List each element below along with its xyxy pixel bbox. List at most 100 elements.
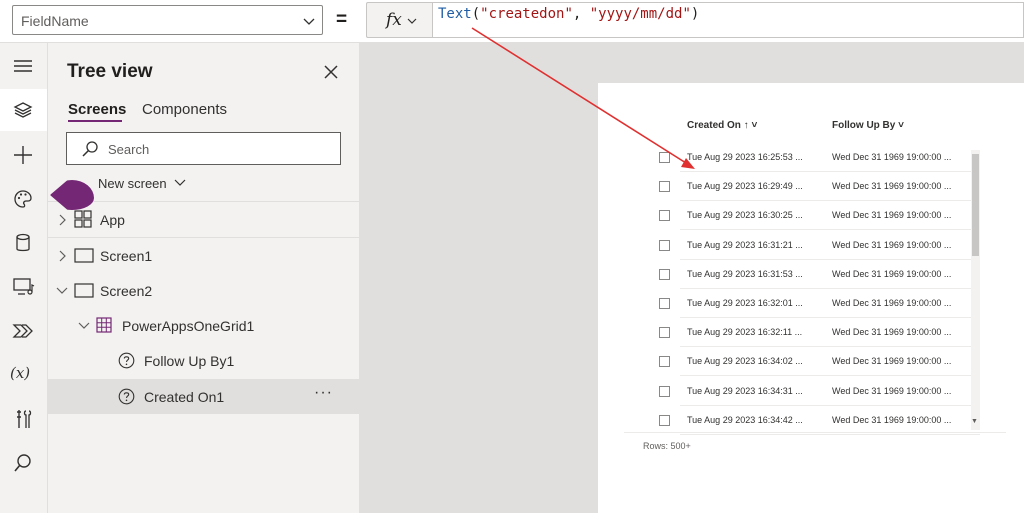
new-screen-button[interactable]: New screen bbox=[78, 173, 208, 195]
row-checkbox[interactable] bbox=[659, 298, 670, 309]
tab-components[interactable]: Components bbox=[142, 101, 227, 118]
tab-screens[interactable]: Screens bbox=[68, 101, 126, 118]
tree-item-label: Follow Up By1 bbox=[144, 353, 235, 369]
tools-icon bbox=[17, 410, 32, 428]
tree-item-app[interactable]: App bbox=[48, 202, 359, 237]
help-circle-icon bbox=[118, 388, 135, 405]
rows-count: Rows: 500+ bbox=[643, 441, 691, 451]
column-header-follow-up-by[interactable]: Follow Up By ˅ bbox=[832, 120, 904, 131]
tree-item-label: Created On1 bbox=[144, 389, 225, 405]
new-screen-label: New screen bbox=[98, 176, 167, 191]
row-divider bbox=[680, 433, 980, 435]
chevron-right-icon[interactable] bbox=[58, 250, 66, 262]
cell-follow-up-by: Wed Dec 31 1969 19:00:00 ... bbox=[832, 181, 952, 192]
cell-created-on: Tue Aug 29 2023 16:32:11 ... bbox=[687, 327, 803, 338]
layers-icon bbox=[13, 102, 33, 118]
cell-follow-up-by: Wed Dec 31 1969 19:00:00 ... bbox=[832, 298, 952, 308]
rail-themes-button[interactable] bbox=[0, 177, 47, 219]
rail-tree-view-button[interactable] bbox=[0, 89, 47, 131]
screen-icon bbox=[74, 248, 94, 263]
cell-created-on: Tue Aug 29 2023 16:25:53 ... bbox=[687, 152, 803, 162]
row-checkbox[interactable] bbox=[659, 268, 670, 280]
search-input[interactable]: Search bbox=[66, 132, 341, 165]
rail-advanced-tools-button[interactable] bbox=[0, 397, 47, 439]
formula-bar: FieldName = fx Text("createdon", "yyyy/m… bbox=[0, 0, 1024, 43]
rail-power-automate-button[interactable] bbox=[0, 309, 47, 351]
row-checkbox[interactable] bbox=[659, 356, 670, 368]
row-checkbox[interactable] bbox=[659, 152, 670, 163]
row-checkbox[interactable] bbox=[659, 385, 670, 397]
search-icon bbox=[82, 141, 98, 157]
table-row[interactable]: Tue Aug 29 2023 16:34:02 ... Wed Dec 31 1… bbox=[628, 347, 980, 377]
table-row[interactable]: Tue Aug 29 2023 16:31:53 ... Wed Dec 31 1… bbox=[628, 260, 980, 289]
rail-menu-button[interactable] bbox=[0, 46, 47, 88]
search-placeholder: Search bbox=[108, 142, 150, 157]
close-icon[interactable] bbox=[322, 63, 340, 81]
table-row[interactable]: Tue Aug 29 2023 16:32:01 ... Wed Dec 31 1… bbox=[628, 289, 980, 318]
cell-follow-up-by: Wed Dec 31 1969 19:00:00 ... bbox=[832, 239, 952, 250]
power-automate-icon bbox=[12, 324, 33, 338]
cell-created-on: Tue Aug 29 2023 16:34:31 ... bbox=[687, 385, 803, 396]
cell-created-on: Tue Aug 29 2023 16:31:53 ... bbox=[687, 268, 803, 279]
table-row[interactable]: Tue Aug 29 2023 16:34:42 ... Wed Dec 31 1… bbox=[628, 406, 980, 435]
tree-item-created-on[interactable]: Created On1 ··· bbox=[48, 379, 359, 414]
scroll-down-icon[interactable]: ▼ bbox=[971, 418, 978, 425]
scrollbar-thumb[interactable] bbox=[972, 154, 979, 256]
table-row[interactable]: Tue Aug 29 2023 16:30:25 ... Wed Dec 31 1… bbox=[628, 201, 980, 231]
chevron-down-icon bbox=[407, 18, 417, 24]
formula-arg-field: "createdon" bbox=[480, 6, 573, 22]
database-icon bbox=[16, 233, 30, 252]
cell-created-on: Tue Aug 29 2023 16:31:21 ... bbox=[687, 239, 803, 250]
row-checkbox[interactable] bbox=[659, 210, 670, 222]
more-options-button[interactable]: ··· bbox=[314, 384, 333, 402]
formula-function: Text bbox=[438, 6, 472, 22]
fx-button[interactable]: fx bbox=[366, 2, 432, 38]
rail-insert-button[interactable] bbox=[0, 133, 47, 175]
cell-follow-up-by: Wed Dec 31 1969 19:00:00 ... bbox=[832, 385, 952, 396]
row-checkbox[interactable] bbox=[659, 239, 670, 251]
tree-item-label: Screen1 bbox=[100, 248, 153, 264]
plus-icon bbox=[14, 146, 32, 164]
rail-search-button[interactable] bbox=[0, 441, 47, 483]
media-icon bbox=[13, 278, 35, 295]
rail-variables-button[interactable]: (x) bbox=[0, 353, 47, 395]
table-row[interactable]: Tue Aug 29 2023 16:31:21 ... Wed Dec 31 1… bbox=[628, 231, 980, 260]
chevron-down-icon bbox=[303, 18, 315, 25]
chevron-down-icon[interactable] bbox=[78, 322, 90, 330]
row-checkbox[interactable] bbox=[659, 181, 670, 193]
tree-view-title: Tree view bbox=[67, 61, 153, 82]
column-header-created-on[interactable]: Created On ↑ ˅ bbox=[687, 120, 757, 131]
tree-item-screen1[interactable]: Screen1 bbox=[48, 238, 359, 273]
tree-item-screen2[interactable]: Screen2 bbox=[48, 273, 359, 308]
search-icon bbox=[14, 454, 31, 472]
table-row[interactable]: Tue Aug 29 2023 16:25:53 ... Wed Dec 31 1… bbox=[628, 143, 980, 172]
menu-icon bbox=[14, 60, 32, 72]
table-row[interactable]: Tue Aug 29 2023 16:34:31 ... Wed Dec 31 1… bbox=[628, 377, 980, 406]
cell-follow-up-by: Wed Dec 31 1969 19:00:00 ... bbox=[832, 356, 952, 367]
powerapps-one-grid[interactable]: Created On ↑ ˅ Follow Up By ˅ Tue Aug 29… bbox=[628, 112, 1008, 435]
tab-active-indicator bbox=[68, 120, 122, 122]
tree-item-follow-up-by[interactable]: Follow Up By1 bbox=[48, 343, 359, 378]
row-checkbox[interactable] bbox=[659, 414, 670, 426]
rail-media-button[interactable] bbox=[0, 265, 47, 307]
table-row[interactable]: Tue Aug 29 2023 16:29:49 ... Wed Dec 31 1… bbox=[628, 172, 980, 202]
cell-created-on: Tue Aug 29 2023 16:29:49 ... bbox=[687, 181, 803, 192]
rail-data-button[interactable] bbox=[0, 221, 47, 263]
formula-paren-open: ( bbox=[471, 6, 481, 22]
cell-follow-up-by: Wed Dec 31 1969 19:00:00 ... bbox=[832, 414, 952, 425]
chevron-right-icon[interactable] bbox=[58, 214, 66, 226]
formula-input[interactable]: Text("createdon", "yyyy/mm/dd") bbox=[432, 2, 1024, 38]
table-row[interactable]: Tue Aug 29 2023 16:32:11 ... Wed Dec 31 1… bbox=[628, 318, 980, 348]
left-rail: (x) bbox=[0, 43, 48, 513]
tree-item-label: Screen2 bbox=[100, 283, 153, 299]
palette-icon bbox=[14, 190, 32, 208]
formula-text: Text("createdon", "yyyy/mm/dd") bbox=[438, 6, 699, 22]
tree-item-poweraps-one-grid[interactable]: PowerAppsOneGrid1 bbox=[48, 308, 359, 343]
chevron-down-icon[interactable] bbox=[56, 287, 68, 295]
fx-icon: fx bbox=[386, 10, 402, 30]
row-checkbox[interactable] bbox=[659, 327, 670, 339]
tree-item-label: App bbox=[100, 212, 125, 228]
variables-icon: (x) bbox=[10, 364, 31, 382]
property-dropdown[interactable]: FieldName bbox=[12, 5, 323, 35]
help-circle-icon bbox=[118, 352, 135, 369]
